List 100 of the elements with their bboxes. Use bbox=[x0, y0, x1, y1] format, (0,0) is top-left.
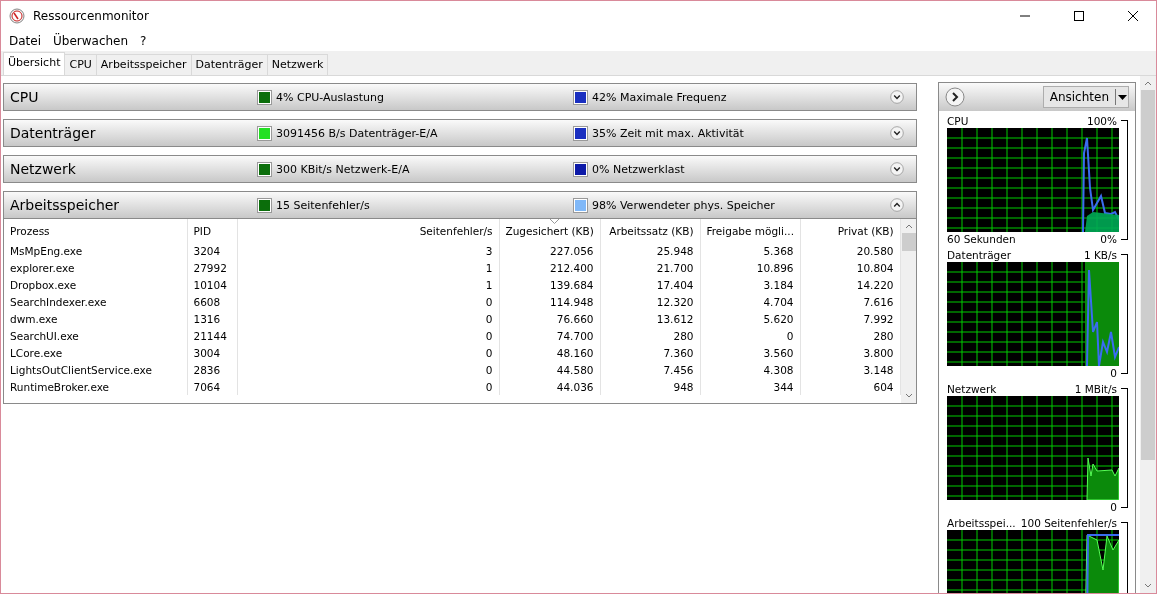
table-cell: MsMpEng.exe bbox=[4, 242, 187, 259]
stat-text: 3091456 B/s Datenträger-E/A bbox=[276, 126, 438, 140]
table-cell: 48.160 bbox=[499, 344, 600, 361]
column-header[interactable]: Prozess bbox=[4, 219, 187, 242]
column-header[interactable]: Zugesichert (KB) bbox=[499, 219, 600, 242]
stat-text: 35% Zeit mit max. Aktivität bbox=[592, 126, 744, 140]
table-cell: 280 bbox=[600, 327, 700, 344]
graph-title: Datenträger bbox=[947, 249, 1012, 261]
table-cell: 0 bbox=[237, 293, 499, 310]
table-cell: 0 bbox=[237, 378, 499, 395]
table-cell: 3.184 bbox=[700, 276, 800, 293]
stat-text: 42% Maximale Frequenz bbox=[592, 90, 727, 104]
table-cell: 7.360 bbox=[600, 344, 700, 361]
tab[interactable]: Übersicht bbox=[3, 52, 66, 75]
menu-item[interactable]: ? bbox=[134, 34, 153, 48]
table-cell: 212.400 bbox=[499, 259, 600, 276]
menu-item[interactable]: Überwachen bbox=[47, 34, 135, 48]
table-cell: 10.804 bbox=[800, 259, 900, 276]
table-cell: 44.036 bbox=[499, 378, 600, 395]
table-cell: LCore.exe bbox=[4, 344, 187, 361]
dropdown-caret-icon[interactable] bbox=[1117, 94, 1127, 100]
table-cell: 0 bbox=[237, 310, 499, 327]
graph-scale-label: 0 bbox=[1110, 501, 1117, 513]
section-title: Datenträger bbox=[10, 125, 97, 141]
tab[interactable]: Netzwerk bbox=[266, 54, 329, 75]
column-header[interactable]: Freigabe mögli... bbox=[700, 219, 800, 242]
close-button[interactable] bbox=[1128, 11, 1138, 21]
window-title: Ressourcenmonitor bbox=[33, 9, 150, 23]
graph-time-label: 60 Sekunden bbox=[947, 233, 1016, 245]
section-title: CPU bbox=[10, 89, 40, 105]
table-cell: 948 bbox=[600, 378, 700, 395]
table-cell: 27992 bbox=[187, 259, 237, 276]
table-cell: SearchUI.exe bbox=[4, 327, 187, 344]
graph-title: Netzwerk bbox=[947, 383, 997, 395]
graph-title: CPU bbox=[947, 115, 969, 127]
graph-scale-label: 100 Seitenfehler/s bbox=[1020, 517, 1117, 529]
table-cell: 139.684 bbox=[499, 276, 600, 293]
stat-text: 300 KBit/s Netzwerk-E/A bbox=[276, 162, 410, 176]
table-cell: 25.948 bbox=[600, 242, 700, 259]
table-cell: 10104 bbox=[187, 276, 237, 293]
table-cell: 280 bbox=[800, 327, 900, 344]
maximize-button[interactable] bbox=[1074, 11, 1084, 21]
expand-chevron-icon[interactable] bbox=[890, 87, 904, 107]
table-cell: 21144 bbox=[187, 327, 237, 344]
table-cell: 3 bbox=[237, 242, 499, 259]
table-cell: 5.620 bbox=[700, 310, 800, 327]
table-cell: 0 bbox=[237, 327, 499, 344]
table-cell: 74.700 bbox=[499, 327, 600, 344]
column-header[interactable]: Privat (KB) bbox=[800, 219, 900, 242]
scrollbar[interactable] bbox=[1140, 76, 1156, 593]
stat-text: 98% Verwendeter phys. Speicher bbox=[592, 198, 775, 212]
table-cell: 0 bbox=[700, 327, 800, 344]
table-cell: 21.700 bbox=[600, 259, 700, 276]
column-header[interactable]: Seitenfehler/s bbox=[237, 219, 499, 242]
table-cell: 1 bbox=[237, 259, 499, 276]
table-cell: 4.308 bbox=[700, 361, 800, 378]
table-cell: 7.616 bbox=[800, 293, 900, 310]
graph-title: Arbeitsspei... bbox=[947, 517, 1016, 529]
table-cell: 227.056 bbox=[499, 242, 600, 259]
stat-text: 0% Netzwerklast bbox=[592, 162, 685, 176]
section-header[interactable]: Datenträger 3091456 B/s Datenträger-E/A 35% Zeit mit max. Aktivität bbox=[3, 119, 917, 147]
collapse-chevron-icon[interactable] bbox=[890, 195, 904, 215]
table-cell: 7.992 bbox=[800, 310, 900, 327]
column-header[interactable]: PID bbox=[187, 219, 237, 242]
expand-chevron-icon[interactable] bbox=[890, 123, 904, 143]
table-cell: 1316 bbox=[187, 310, 237, 327]
table-cell: 6608 bbox=[187, 293, 237, 310]
section-header[interactable]: Arbeitsspeicher 15 Seitenfehler/s 98% Verwendeter phys. Speicher bbox=[3, 191, 917, 219]
table-cell: 3004 bbox=[187, 344, 237, 361]
table-cell: 2836 bbox=[187, 361, 237, 378]
section-header[interactable]: Netzwerk 300 KBit/s Netzwerk-E/A 0% Netzwerklast bbox=[3, 155, 917, 183]
table-cell: 4.704 bbox=[700, 293, 800, 310]
table-cell: 12.320 bbox=[600, 293, 700, 310]
section-header[interactable]: CPU 4% CPU-Auslastung 42% Maximale Frequenz bbox=[3, 83, 917, 111]
graph-scale-label: 1 MBit/s bbox=[1074, 383, 1117, 395]
table-cell: 7.456 bbox=[600, 361, 700, 378]
section-title: Netzwerk bbox=[10, 161, 77, 177]
table-cell: 344 bbox=[700, 378, 800, 395]
table-cell: 3.148 bbox=[800, 361, 900, 378]
stat-text: 4% CPU-Auslastung bbox=[276, 90, 385, 104]
table-cell: 1 bbox=[237, 276, 499, 293]
table-cell: 20.580 bbox=[800, 242, 900, 259]
table-cell: 44.580 bbox=[499, 361, 600, 378]
table-cell: Dropbox.exe bbox=[4, 276, 187, 293]
table-cell: 3.560 bbox=[700, 344, 800, 361]
views-button[interactable]: Ansichten bbox=[1042, 86, 1129, 108]
table-cell: 76.660 bbox=[499, 310, 600, 327]
table-cell: 5.368 bbox=[700, 242, 800, 259]
column-header[interactable]: Arbeitssatz (KB) bbox=[600, 219, 700, 242]
table-cell: 114.948 bbox=[499, 293, 600, 310]
table-cell: SearchIndexer.exe bbox=[4, 293, 187, 310]
table-cell: RuntimeBroker.exe bbox=[4, 378, 187, 395]
table-cell: explorer.exe bbox=[4, 259, 187, 276]
expand-chevron-icon[interactable] bbox=[890, 159, 904, 179]
graph-scale-label: 0 bbox=[1110, 367, 1117, 379]
menu-item[interactable]: Datei bbox=[3, 34, 47, 48]
table-cell: dwm.exe bbox=[4, 310, 187, 327]
table-cell: 604 bbox=[800, 378, 900, 395]
table-cell: 10.896 bbox=[700, 259, 800, 276]
graph-scale-label: 0% bbox=[1100, 233, 1117, 245]
